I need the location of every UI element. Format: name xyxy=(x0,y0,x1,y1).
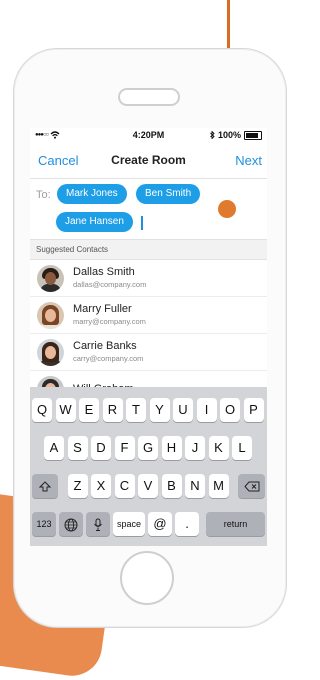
next-button[interactable]: Next xyxy=(235,153,262,168)
key-d[interactable]: D xyxy=(91,436,111,460)
period-key[interactable]: . xyxy=(175,512,199,536)
key-l[interactable]: L xyxy=(232,436,252,460)
key-v[interactable]: V xyxy=(138,474,158,498)
contact-name: Carrie Banks xyxy=(73,340,137,352)
key-s[interactable]: S xyxy=(67,436,88,460)
key-m[interactable]: M xyxy=(208,474,229,498)
key-j[interactable]: J xyxy=(185,436,205,460)
contact-email: carry@company.com xyxy=(73,354,144,363)
keyboard: Q W E R T Y U I O P A S D F G H J K L Z … xyxy=(30,387,267,546)
return-key[interactable]: return xyxy=(206,512,265,536)
shift-icon xyxy=(38,481,52,492)
key-f[interactable]: F xyxy=(114,436,135,460)
contact-email: dallas@company.com xyxy=(73,280,147,289)
key-u[interactable]: U xyxy=(173,398,193,422)
key-i[interactable]: I xyxy=(196,398,217,422)
key-c[interactable]: C xyxy=(114,474,135,498)
avatar xyxy=(37,338,64,366)
recipient-chip[interactable]: Mark Jones xyxy=(57,184,127,204)
key-q[interactable]: Q xyxy=(32,398,52,422)
key-h[interactable]: H xyxy=(161,436,182,460)
home-button[interactable] xyxy=(120,551,174,605)
microphone-icon xyxy=(94,518,102,531)
backspace-icon xyxy=(243,481,259,492)
recipient-chip[interactable]: Jane Hansen xyxy=(56,212,133,232)
avatar xyxy=(37,264,64,292)
list-item[interactable]: Marry Fuller marry@company.com xyxy=(30,297,267,334)
key-b[interactable]: B xyxy=(161,474,182,498)
battery-icon xyxy=(244,130,262,140)
globe-key[interactable] xyxy=(59,512,83,536)
list-item[interactable]: Carrie Banks carry@company.com xyxy=(30,334,267,371)
key-g[interactable]: G xyxy=(138,436,158,460)
text-cursor xyxy=(141,216,143,230)
contact-name: Marry Fuller xyxy=(73,303,132,315)
key-y[interactable]: Y xyxy=(149,398,170,422)
suggested-contacts-header: Suggested Contacts xyxy=(30,239,267,260)
battery-percent: 100% xyxy=(217,130,241,140)
microphone-key[interactable] xyxy=(86,512,110,536)
backspace-key[interactable] xyxy=(238,474,265,498)
phone-screen: ●●●○○ 4:20PM 100% Cancel Create Room Nex… xyxy=(30,128,267,546)
contact-name: Dallas Smith xyxy=(73,266,135,278)
key-a[interactable]: A xyxy=(44,436,64,460)
key-x[interactable]: X xyxy=(91,474,111,498)
recipient-chip[interactable]: Ben Smith xyxy=(136,184,201,204)
key-p[interactable]: P xyxy=(243,398,264,422)
key-n[interactable]: N xyxy=(185,474,205,498)
key-w[interactable]: W xyxy=(55,398,76,422)
cancel-button[interactable]: Cancel xyxy=(38,153,78,168)
contact-email: marry@company.com xyxy=(73,317,146,326)
key-k[interactable]: K xyxy=(208,436,229,460)
globe-icon xyxy=(64,518,78,532)
bluetooth-icon xyxy=(210,131,215,139)
key-z[interactable]: Z xyxy=(67,474,88,498)
avatar xyxy=(37,301,64,329)
contact-list: Dallas Smith dallas@company.com Marry Fu… xyxy=(30,260,267,408)
phone-speaker xyxy=(118,88,180,106)
status-bar: ●●●○○ 4:20PM 100% xyxy=(30,128,267,142)
key-o[interactable]: O xyxy=(220,398,240,422)
shift-key[interactable] xyxy=(32,474,58,498)
space-key[interactable]: space xyxy=(113,512,145,536)
numbers-key[interactable]: 123 xyxy=(32,512,56,536)
key-t[interactable]: T xyxy=(126,398,146,422)
list-item[interactable]: Dallas Smith dallas@company.com xyxy=(30,260,267,297)
annotation-pointer-dot xyxy=(218,200,236,218)
to-label: To: xyxy=(36,189,51,201)
key-e[interactable]: E xyxy=(79,398,99,422)
navigation-bar: Cancel Create Room Next xyxy=(30,142,267,178)
at-key[interactable]: @ xyxy=(148,512,172,536)
key-r[interactable]: R xyxy=(102,398,123,422)
